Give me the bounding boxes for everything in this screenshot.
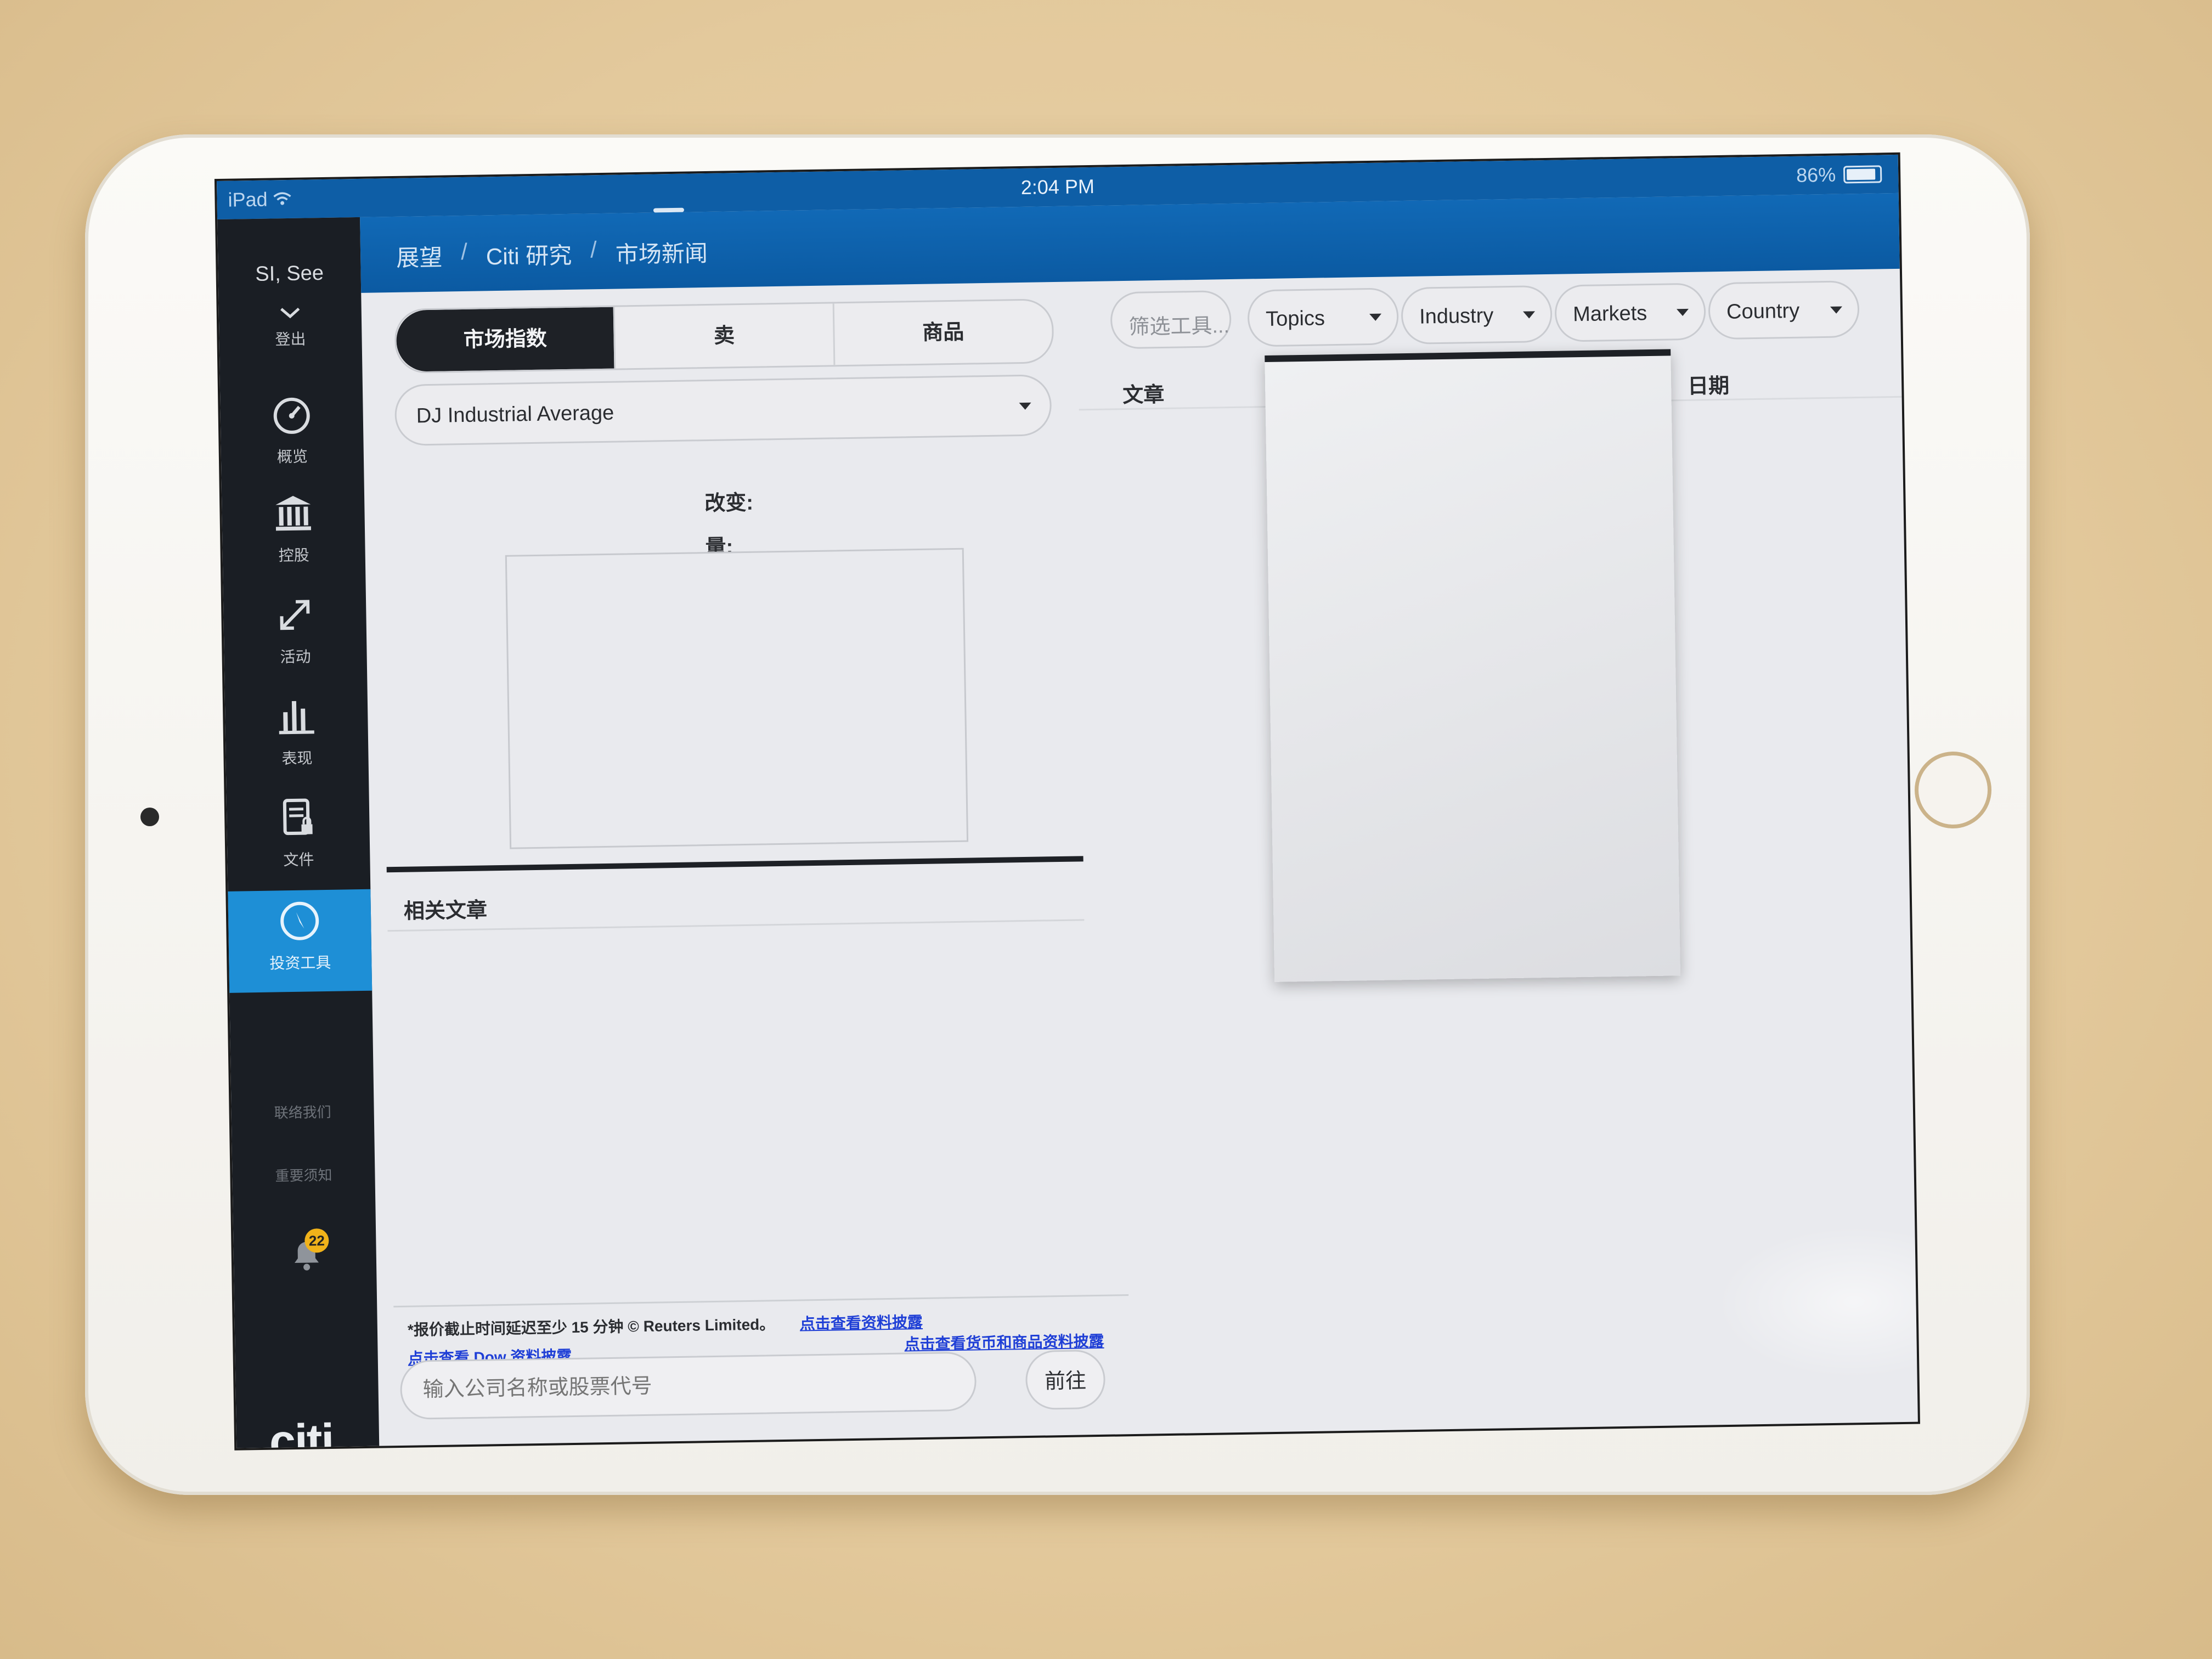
- delay-disclaimer: *报价截止时间延迟至少 15 分钟 © Reuters Limited。: [407, 1316, 775, 1339]
- breadcrumb-market-news: 市场新闻: [615, 240, 708, 268]
- sidebar-item-label: 投资工具: [269, 953, 331, 972]
- document-lock-icon: [227, 796, 370, 843]
- market-segment-control: 市场指数 卖 商品: [394, 298, 1054, 374]
- change-label: 改变:: [704, 491, 754, 516]
- user-name: SI, See: [255, 261, 324, 286]
- sidebar-item-label: 活动: [280, 648, 311, 666]
- battery-icon: [1843, 165, 1882, 184]
- industry-filter[interactable]: Industry: [1401, 285, 1553, 345]
- logout-label: 登出: [275, 330, 306, 348]
- tab-market-index[interactable]: 市场指数: [396, 307, 614, 372]
- sidebar-item-label: 文件: [283, 851, 314, 869]
- screen-glare: [1714, 1223, 1918, 1381]
- battery-percent: 86%: [1796, 163, 1836, 187]
- filter-tool-input[interactable]: 筛选工具...: [1110, 290, 1232, 349]
- bar-chart-icon: [225, 695, 368, 741]
- country-label: Country: [1726, 299, 1800, 324]
- index-chart-placeholder: [505, 548, 969, 849]
- transfer-arrows-icon: [223, 593, 366, 640]
- compass-icon: [228, 899, 371, 946]
- disclosure-link[interactable]: 点击查看资料披露: [800, 1310, 923, 1334]
- breadcrumb: 展望 / Citi 研究 / 市场新闻: [396, 235, 708, 273]
- footer-divider: [393, 1294, 1129, 1308]
- company-search-input[interactable]: [399, 1351, 977, 1420]
- markets-label: Markets: [1572, 302, 1647, 326]
- sidebar-item-overview[interactable]: 概览: [220, 393, 364, 477]
- caret-down-icon: [1830, 306, 1843, 314]
- related-articles-heading: 相关文章: [403, 899, 488, 923]
- go-button[interactable]: 前往: [1025, 1349, 1106, 1410]
- index-select[interactable]: DJ Industrial Average: [394, 374, 1052, 446]
- caret-down-icon: [1676, 308, 1689, 317]
- sidebar-item-documents[interactable]: 文件: [227, 796, 370, 881]
- sidebar-item-label: 控股: [278, 546, 309, 565]
- sidebar-item-holdings[interactable]: 控股: [222, 492, 365, 576]
- section-divider: [386, 856, 1084, 873]
- tab-commodities[interactable]: 商品: [832, 300, 1053, 365]
- topics-filter[interactable]: Topics: [1247, 287, 1399, 347]
- caret-down-icon: [1369, 313, 1382, 321]
- filter-placeholder: 筛选工具...: [1128, 314, 1230, 339]
- contact-us-link[interactable]: 联络我们: [231, 1101, 374, 1123]
- caret-down-icon: [1019, 402, 1031, 410]
- sidebar-item-label: 表现: [281, 749, 313, 768]
- sidebar-item-activity[interactable]: 活动: [223, 593, 367, 678]
- caret-down-icon: [1523, 311, 1536, 319]
- column-date: 日期: [1687, 374, 1730, 398]
- bank-icon: [222, 492, 365, 538]
- country-filter[interactable]: Country: [1708, 280, 1860, 340]
- sidebar: SI, See 登出 概览 控股 活动 表现 文件 投资工具 联络我们 重要须知…: [217, 217, 380, 1448]
- topics-label: Topics: [1265, 307, 1325, 331]
- breadcrumb-outlook[interactable]: 展望: [396, 239, 443, 273]
- related-divider: [387, 919, 1085, 932]
- home-button[interactable]: [1915, 752, 1991, 828]
- chevron-down-icon: [279, 301, 301, 325]
- column-article: 文章: [1122, 383, 1165, 408]
- logout-menu[interactable]: 登出: [218, 300, 362, 351]
- speedometer-icon: [220, 393, 363, 439]
- notification-badge: 22: [304, 1228, 329, 1253]
- filter-dropdown-panel[interactable]: [1265, 349, 1681, 982]
- sidebar-item-label: 概览: [276, 448, 308, 466]
- sidebar-item-investment-tools[interactable]: 投资工具: [228, 889, 373, 993]
- citi-logo: citi: [269, 1414, 334, 1448]
- index-select-value: DJ Industrial Average: [416, 401, 614, 428]
- markets-filter[interactable]: Markets: [1554, 283, 1706, 342]
- breadcrumb-separator: /: [590, 236, 597, 263]
- industry-label: Industry: [1419, 304, 1494, 329]
- important-notice-link[interactable]: 重要须知: [232, 1164, 375, 1186]
- screen: iPad 2:04 PM 86% SI, See 登出 概览 控股 活动 表现 …: [217, 154, 1918, 1448]
- breadcrumb-separator: /: [460, 238, 468, 265]
- front-camera: [140, 808, 159, 826]
- breadcrumb-citi-research[interactable]: Citi 研究: [486, 237, 572, 272]
- tab-sell[interactable]: 卖: [613, 303, 834, 369]
- sidebar-item-performance[interactable]: 表现: [225, 695, 369, 779]
- battery-status: 86%: [1796, 162, 1882, 187]
